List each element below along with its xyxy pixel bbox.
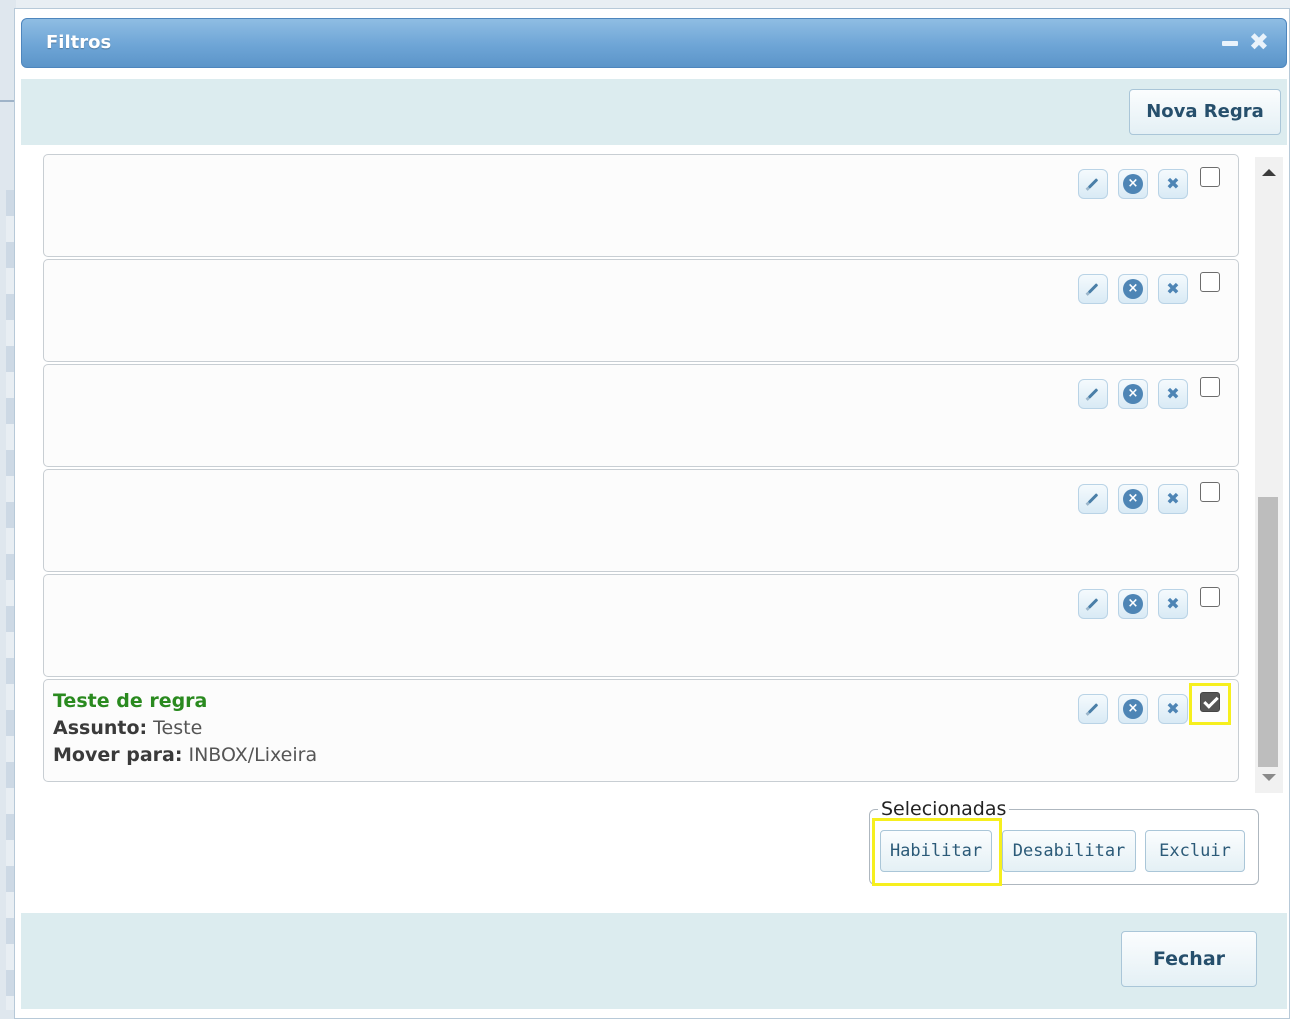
rules-list: × ✖ × ✖ × ✖ × ✖ × ✖ Teste de regra Assun… xyxy=(43,154,1239,786)
delete-rule-button[interactable]: ✖ xyxy=(1158,379,1188,409)
circle-x-icon: × xyxy=(1123,384,1143,404)
x-icon: ✖ xyxy=(1166,699,1180,718)
rule-item: × ✖ xyxy=(43,469,1239,572)
scroll-down-arrow-icon[interactable] xyxy=(1262,774,1276,781)
dialog-footer: Fechar xyxy=(21,913,1287,1009)
rule-move-to: Mover para: INBOX/Lixeira xyxy=(53,744,317,766)
edit-rule-button[interactable] xyxy=(1078,694,1108,724)
new-rule-button[interactable]: Nova Regra xyxy=(1129,89,1281,135)
delete-rule-button[interactable]: ✖ xyxy=(1158,274,1188,304)
disable-rule-button[interactable]: × xyxy=(1118,274,1148,304)
pencil-icon xyxy=(1087,178,1099,189)
disable-rule-button[interactable]: × xyxy=(1118,169,1148,199)
disable-rule-button[interactable]: × xyxy=(1118,484,1148,514)
delete-rule-button[interactable]: ✖ xyxy=(1158,694,1188,724)
delete-rule-button[interactable]: ✖ xyxy=(1158,484,1188,514)
rule-move-label: Mover para: xyxy=(53,744,183,766)
x-icon: ✖ xyxy=(1166,594,1180,613)
rule-subject-label: Assunto: xyxy=(53,717,148,739)
delete-rule-button[interactable]: ✖ xyxy=(1158,589,1188,619)
rule-checkbox[interactable] xyxy=(1200,377,1220,397)
delete-rule-button[interactable]: ✖ xyxy=(1158,169,1188,199)
disable-rule-button[interactable]: × xyxy=(1118,589,1148,619)
disable-button[interactable]: Desabilitar xyxy=(1002,830,1136,872)
close-icon[interactable]: ✖ xyxy=(1249,29,1269,55)
enable-button-highlight xyxy=(872,818,1002,886)
disable-rule-button[interactable]: × xyxy=(1118,379,1148,409)
checkbox-highlight xyxy=(1189,683,1231,725)
pencil-icon xyxy=(1087,703,1099,714)
edit-rule-button[interactable] xyxy=(1078,379,1108,409)
close-button[interactable]: Fechar xyxy=(1121,931,1257,987)
pencil-icon xyxy=(1087,388,1099,399)
dialog-titlebar[interactable]: Filtros ✖ xyxy=(21,18,1287,68)
circle-x-icon: × xyxy=(1123,489,1143,509)
rule-checkbox[interactable] xyxy=(1200,587,1220,607)
pencil-icon xyxy=(1087,283,1099,294)
rule-subject-value: Teste xyxy=(153,717,203,739)
rules-scrollbar[interactable] xyxy=(1255,157,1283,793)
rule-move-value: INBOX/Lixeira xyxy=(188,744,318,766)
edit-rule-button[interactable] xyxy=(1078,589,1108,619)
rule-checkbox[interactable] xyxy=(1200,272,1220,292)
x-icon: ✖ xyxy=(1166,174,1180,193)
edit-rule-button[interactable] xyxy=(1078,169,1108,199)
rule-item: × ✖ xyxy=(43,574,1239,677)
rule-item: × ✖ xyxy=(43,259,1239,362)
circle-x-icon: × xyxy=(1123,174,1143,194)
rule-item-selected: Teste de regra Assunto: Teste Mover para… xyxy=(43,679,1239,782)
x-icon: ✖ xyxy=(1166,279,1180,298)
filters-dialog: Filtros ✖ Nova Regra × ✖ × ✖ × ✖ × ✖ × ✖… xyxy=(14,8,1290,1019)
rule-item: × ✖ xyxy=(43,154,1239,257)
rule-subject: Assunto: Teste xyxy=(53,717,202,739)
x-icon: ✖ xyxy=(1166,489,1180,508)
circle-x-icon: × xyxy=(1123,279,1143,299)
pencil-icon xyxy=(1087,598,1099,609)
scroll-thumb[interactable] xyxy=(1258,497,1278,767)
delete-button[interactable]: Excluir xyxy=(1145,830,1245,872)
selected-actions-group: Selecionadas Habilitar Desabilitar Exclu… xyxy=(869,798,1259,886)
edit-rule-button[interactable] xyxy=(1078,484,1108,514)
pencil-icon xyxy=(1087,493,1099,504)
rule-item: × ✖ xyxy=(43,364,1239,467)
rule-checkbox[interactable] xyxy=(1200,482,1220,502)
top-toolbar: Nova Regra xyxy=(21,79,1287,145)
selected-group-legend: Selecionadas xyxy=(878,798,1010,820)
edit-rule-button[interactable] xyxy=(1078,274,1108,304)
circle-x-icon: × xyxy=(1123,699,1143,719)
minimize-icon[interactable] xyxy=(1222,41,1238,46)
rule-checkbox[interactable] xyxy=(1200,167,1220,187)
disable-rule-button[interactable]: × xyxy=(1118,694,1148,724)
rule-name: Teste de regra xyxy=(53,690,208,712)
dialog-title: Filtros xyxy=(46,32,112,53)
scroll-up-arrow-icon[interactable] xyxy=(1262,169,1276,176)
x-icon: ✖ xyxy=(1166,384,1180,403)
circle-x-icon: × xyxy=(1123,594,1143,614)
